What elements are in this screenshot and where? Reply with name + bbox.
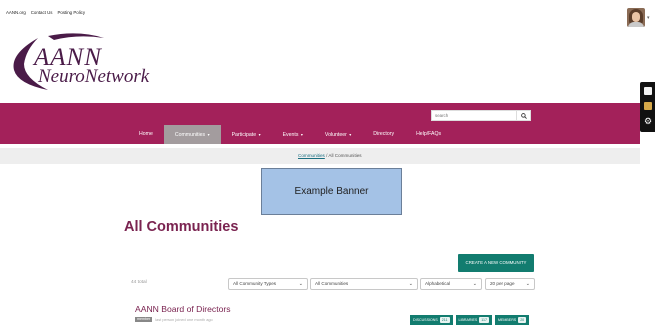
nav-item-label: Participate (231, 132, 257, 138)
nav-item-label: Home (139, 131, 153, 137)
nav-item-label: Communities (174, 132, 206, 138)
search-box (431, 110, 531, 121)
community-type-select[interactable]: All Community Types ⌄ (228, 278, 308, 290)
site-logo[interactable]: AANN NeuroNetwork (8, 32, 158, 94)
nav-item-directory[interactable]: Directory (362, 125, 405, 144)
counter-value: 20 (518, 317, 527, 323)
select-value: All Communities (315, 281, 349, 286)
chevron-down-icon: ⌄ (408, 281, 413, 287)
nav-item-home[interactable]: Home (128, 125, 164, 144)
logo-text-neuronetwork: NeuroNetwork (38, 66, 150, 87)
select-value: 20 per page (490, 281, 515, 286)
example-banner: Example Banner (261, 168, 402, 215)
link-aann-org[interactable]: AANN.org (6, 10, 26, 15)
nav-item-events[interactable]: Events ▾ (272, 125, 314, 144)
banner-text: Example Banner (294, 186, 369, 197)
breadcrumb-link-communities[interactable]: Communities (298, 153, 325, 158)
nav-item-label: Directory (373, 131, 395, 137)
results-count: 44 total (131, 280, 147, 285)
nav-item-volunteer[interactable]: Volunteer ▾ (314, 125, 362, 144)
nav-item-label: Volunteer (324, 132, 347, 138)
nav-item-label: Help/FAQs (416, 131, 442, 137)
nav-item-participate[interactable]: Participate ▾ (221, 125, 272, 144)
nav-item-help-faqs[interactable]: Help/FAQs (405, 125, 452, 144)
discussions-counter[interactable]: DISCUSSIONS 211 (410, 315, 453, 325)
search-input[interactable] (431, 110, 517, 121)
page-title: All Communities (124, 219, 239, 235)
counter-value: 117 (479, 317, 490, 323)
chevron-down-icon: ▾ (349, 132, 352, 137)
libraries-counter[interactable]: LIBRARIES 117 (455, 315, 493, 325)
counter-label: LIBRARIES (458, 318, 478, 322)
document-icon[interactable] (644, 87, 652, 95)
breadcrumb-current: All Communities (328, 153, 362, 158)
link-contact-us[interactable]: Contact Us (31, 10, 53, 15)
chevron-down-icon: ⌄ (525, 281, 530, 287)
link-posting-policy[interactable]: Posting Policy (57, 10, 85, 15)
sort-select[interactable]: Alphabetical ⌄ (420, 278, 482, 290)
nav-menu: Home Communities ▾ Participate ▾ Events … (128, 125, 452, 144)
nav-item-communities[interactable]: Communities ▾ (163, 125, 221, 144)
per-page-select[interactable]: 20 per page ⌄ (485, 278, 535, 290)
member-badge: member (135, 317, 153, 322)
chevron-down-icon: ▾ (300, 132, 303, 137)
community-meta: member last person joined one month ago (135, 317, 213, 322)
select-value: Alphabetical (425, 281, 451, 286)
chevron-down-icon[interactable]: ▾ (647, 15, 650, 21)
user-menu[interactable]: ▾ (627, 8, 650, 27)
main-navbar: Home Communities ▾ Participate ▾ Events … (0, 103, 640, 144)
breadcrumb: Communities / All Communities (298, 153, 362, 158)
members-counter[interactable]: MEMBERS 20 (495, 315, 530, 325)
top-links: AANN.org Contact Us Posting Policy (6, 10, 85, 15)
community-counters: DISCUSSIONS 211 LIBRARIES 117 MEMBERS 20 (410, 315, 530, 325)
gear-icon[interactable]: ⚙ (644, 117, 652, 126)
community-last-joined: last person joined one month ago (155, 317, 213, 322)
chevron-down-icon: ⌄ (298, 281, 303, 287)
side-toolbar: ⚙ (640, 82, 655, 132)
counter-value: 211 (439, 317, 450, 323)
nav-item-label: Events (282, 132, 299, 138)
search-button[interactable] (517, 110, 531, 121)
breadcrumb-bar: Communities / All Communities (0, 148, 640, 164)
chevron-down-icon: ▾ (207, 132, 210, 137)
community-name-link[interactable]: AANN Board of Directors (135, 304, 231, 314)
select-value: All Community Types (233, 281, 277, 286)
chevron-down-icon: ⌄ (472, 281, 477, 287)
folder-icon[interactable] (644, 102, 652, 110)
search-icon (520, 113, 527, 119)
avatar[interactable] (627, 8, 645, 27)
counter-label: DISCUSSIONS (413, 318, 438, 322)
community-scope-select[interactable]: All Communities ⌄ (310, 278, 418, 290)
chevron-down-icon: ▾ (258, 132, 261, 137)
create-community-button[interactable]: CREATE A NEW COMMUNITY (458, 254, 534, 272)
counter-label: MEMBERS (498, 318, 517, 322)
